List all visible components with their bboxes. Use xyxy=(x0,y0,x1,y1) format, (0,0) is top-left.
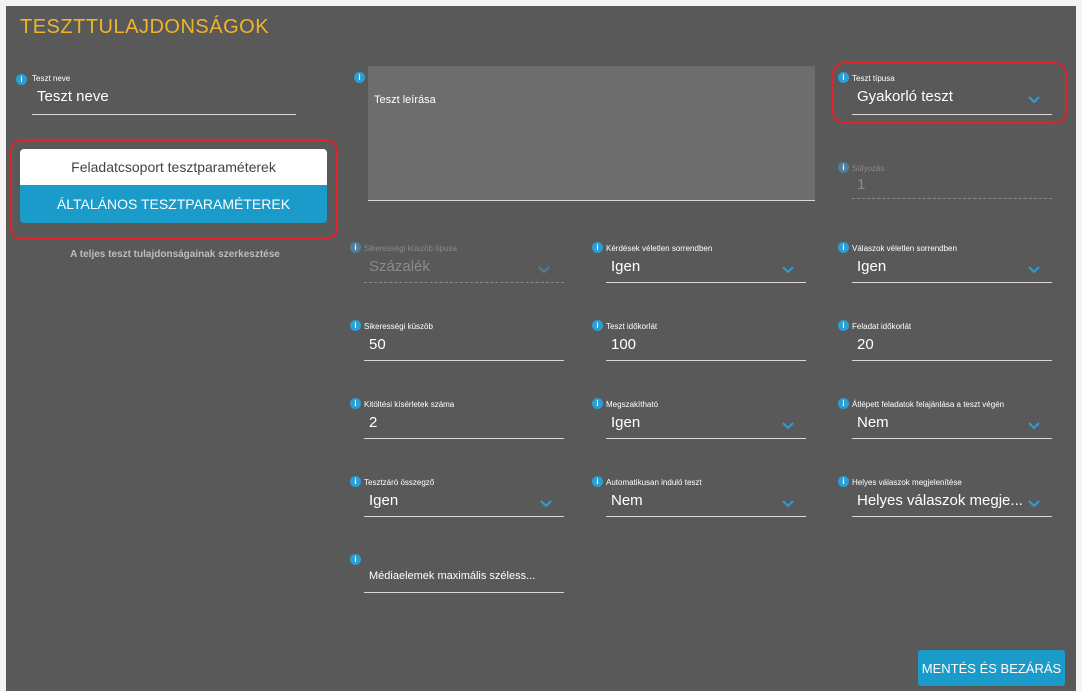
attempts-input[interactable]: 2 xyxy=(369,414,377,431)
task-time-limit-label: Feladat időkorlát xyxy=(852,322,912,331)
underline xyxy=(364,592,564,593)
chevron-down-icon[interactable] xyxy=(782,266,794,274)
autostart-select[interactable]: Automatikusan induló teszt Nem xyxy=(606,478,806,520)
test-type-label: Teszt típusa xyxy=(852,74,895,83)
general-params-caption: A teljes teszt tulajdonságainak szerkesz… xyxy=(70,249,280,260)
random-questions-value: Igen xyxy=(611,258,641,275)
info-icon[interactable]: i xyxy=(838,72,849,83)
task-time-limit-field[interactable]: Feladat időkorlát 20 xyxy=(852,322,1052,364)
chevron-down-icon[interactable] xyxy=(782,422,794,430)
info-icon: i xyxy=(350,242,361,253)
underline xyxy=(852,360,1052,361)
info-icon[interactable]: i xyxy=(592,320,603,331)
info-icon[interactable]: i xyxy=(354,72,365,83)
underline xyxy=(852,282,1052,283)
autostart-label: Automatikusan induló teszt xyxy=(606,478,702,487)
info-icon[interactable]: i xyxy=(838,320,849,331)
media-width-field[interactable]: Médiaelemek maximális széless... xyxy=(364,556,564,596)
threshold-label: Sikerességi küszöb xyxy=(364,322,433,331)
chevron-down-icon[interactable] xyxy=(540,500,552,508)
underline xyxy=(852,438,1052,439)
save-and-close-button[interactable]: MENTÉS ÉS BEZÁRÁS xyxy=(918,650,1065,686)
random-answers-label: Válaszok véletlen sorrendben xyxy=(852,244,957,253)
random-answers-value: Igen xyxy=(857,258,887,275)
autostart-value: Nem xyxy=(611,492,643,509)
random-answers-select[interactable]: Válaszok véletlen sorrendben Igen xyxy=(852,244,1052,286)
info-icon[interactable]: i xyxy=(592,242,603,253)
underline xyxy=(852,516,1052,517)
underline xyxy=(606,438,806,439)
info-icon: i xyxy=(838,162,849,173)
underline xyxy=(364,282,564,283)
threshold-type-value: Százalék xyxy=(369,258,430,275)
param-button-group: Feladatcsoport tesztparaméterek ÁLTALÁNO… xyxy=(20,149,327,223)
info-icon[interactable]: i xyxy=(350,398,361,409)
show-correct-select[interactable]: Helyes válaszok megjelenítése Helyes vál… xyxy=(852,478,1052,520)
info-icon[interactable]: i xyxy=(838,242,849,253)
show-correct-label: Helyes válaszok megjelenítése xyxy=(852,478,962,487)
info-icon[interactable]: i xyxy=(592,398,603,409)
chevron-down-icon[interactable] xyxy=(1028,422,1040,430)
random-questions-select[interactable]: Kérdések véletlen sorrendben Igen xyxy=(606,244,806,286)
media-width-input[interactable]: Médiaelemek maximális széless... xyxy=(369,570,564,582)
chevron-down-icon xyxy=(538,266,550,274)
info-icon[interactable]: i xyxy=(16,74,27,85)
general-params-button[interactable]: ÁLTALÁNOS TESZTPARAMÉTEREK xyxy=(20,185,327,223)
description-placeholder: Teszt leírása xyxy=(374,94,436,106)
info-icon[interactable]: i xyxy=(350,476,361,487)
info-icon[interactable]: i xyxy=(838,398,849,409)
show-correct-value: Helyes válaszok megje... xyxy=(857,492,1023,509)
weight-value: 1 xyxy=(857,176,866,193)
weight-label: Súlyozás xyxy=(852,164,885,173)
chevron-down-icon[interactable] xyxy=(1028,96,1040,104)
underline xyxy=(32,114,296,115)
group-params-button[interactable]: Feladatcsoport tesztparaméterek xyxy=(20,149,327,185)
summary-value: Igen xyxy=(369,492,399,509)
underline xyxy=(852,198,1052,199)
weight-field: Súlyozás 1 xyxy=(852,164,1052,204)
info-icon[interactable]: i xyxy=(592,476,603,487)
test-name-input[interactable]: Teszt neve xyxy=(37,88,287,105)
time-limit-input[interactable]: 100 xyxy=(611,336,636,353)
attempts-label: Kitöltési kísérletek száma xyxy=(364,400,455,409)
info-icon[interactable]: i xyxy=(350,320,361,331)
interruptible-value: Igen xyxy=(611,414,641,431)
interruptible-select[interactable]: Megszakítható Igen xyxy=(606,400,806,442)
description-textarea[interactable]: Teszt leírása xyxy=(368,66,815,201)
test-type-value: Gyakorló teszt xyxy=(857,88,953,105)
underline xyxy=(364,516,564,517)
underline xyxy=(852,114,1052,115)
chevron-down-icon[interactable] xyxy=(1028,500,1040,508)
attempts-field[interactable]: Kitöltési kísérletek száma 2 xyxy=(364,400,564,442)
info-icon[interactable]: i xyxy=(838,476,849,487)
underline xyxy=(364,438,564,439)
time-limit-label: Teszt időkorlát xyxy=(606,322,658,331)
threshold-input[interactable]: 50 xyxy=(369,336,386,353)
random-questions-label: Kérdések véletlen sorrendben xyxy=(606,244,713,253)
info-icon[interactable]: i xyxy=(350,554,361,565)
threshold-type-select: Sikerességi küszöb típusa Százalék xyxy=(364,244,564,286)
test-type-select[interactable]: Teszt típusa Gyakorló teszt xyxy=(852,74,1052,120)
interruptible-label: Megszakítható xyxy=(606,400,659,409)
threshold-type-label: Sikerességi küszöb típusa xyxy=(364,244,457,253)
underline xyxy=(368,200,815,201)
underline xyxy=(606,360,806,361)
chevron-down-icon[interactable] xyxy=(1028,266,1040,274)
summary-select[interactable]: Tesztzáró összegző Igen xyxy=(364,478,564,520)
skipped-tasks-select[interactable]: Átlépett feladatok felajánlása a teszt v… xyxy=(852,400,1052,442)
underline xyxy=(364,360,564,361)
time-limit-field[interactable]: Teszt időkorlát 100 xyxy=(606,322,806,364)
threshold-field[interactable]: Sikerességi küszöb 50 xyxy=(364,322,564,364)
skipped-tasks-label: Átlépett feladatok felajánlása a teszt v… xyxy=(852,400,1005,409)
summary-label: Tesztzáró összegző xyxy=(364,478,435,487)
test-name-label: Teszt neve xyxy=(32,74,71,83)
page-title: TESZTTULAJDONSÁGOK xyxy=(20,16,270,38)
properties-panel: TESZTTULAJDONSÁGOK i Teszt neve Teszt ne… xyxy=(6,6,1076,691)
underline xyxy=(606,516,806,517)
test-name-field[interactable]: Teszt neve Teszt neve xyxy=(32,74,296,118)
task-time-limit-input[interactable]: 20 xyxy=(857,336,874,353)
underline xyxy=(606,282,806,283)
skipped-tasks-value: Nem xyxy=(857,414,889,431)
chevron-down-icon[interactable] xyxy=(782,500,794,508)
